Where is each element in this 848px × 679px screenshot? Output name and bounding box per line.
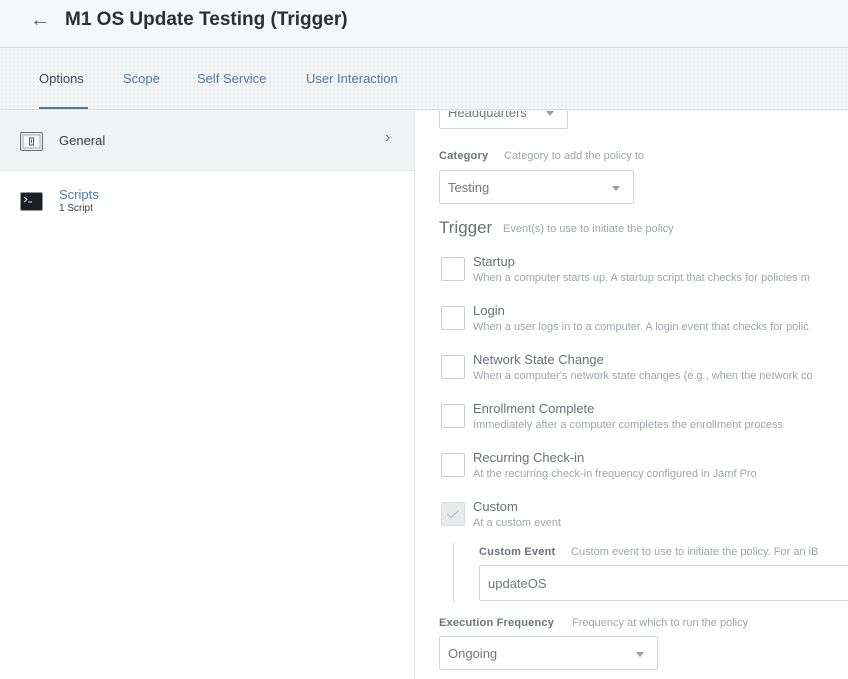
custom-event-input[interactable] bbox=[479, 565, 848, 601]
execution-frequency-hint: Frequency at which to run the policy bbox=[572, 617, 749, 629]
trigger-enrollment-complete: Enrollment Complete Immediately after a … bbox=[439, 401, 848, 441]
trigger-recurring-check-in: Recurring Check-in At the recurring chec… bbox=[439, 450, 848, 490]
general-panel-icon bbox=[20, 132, 43, 151]
site-select-value: Headquarters bbox=[448, 111, 527, 120]
sidebar-item-label: General bbox=[59, 133, 106, 148]
tab-self-service[interactable]: Self Service bbox=[197, 71, 266, 86]
custom-event-hint: Custom event to use to initiate the poli… bbox=[571, 546, 819, 558]
back-arrow-icon[interactable]: ← bbox=[30, 10, 50, 30]
trigger-description: When a computer's network state changes … bbox=[473, 370, 813, 382]
trigger-section-title: Trigger bbox=[439, 218, 493, 237]
trigger-custom: Custom At a custom event bbox=[439, 499, 848, 539]
execution-frequency-label: Execution Frequency bbox=[439, 617, 555, 629]
trigger-label: Enrollment Complete bbox=[473, 401, 595, 416]
trigger-hint: Event(s) to use to initiate the policy bbox=[503, 223, 674, 235]
trigger-label: Login bbox=[473, 303, 505, 318]
category-select-value: Testing bbox=[448, 180, 490, 195]
tab-options[interactable]: Options bbox=[39, 71, 84, 86]
trigger-description: When a computer starts up. A startup scr… bbox=[473, 272, 810, 284]
tab-scope[interactable]: Scope bbox=[123, 71, 160, 86]
recurring-check-in-checkbox[interactable] bbox=[441, 453, 465, 477]
terminal-icon bbox=[20, 192, 43, 211]
startup-checkbox[interactable] bbox=[441, 257, 465, 281]
execution-frequency-select[interactable]: Ongoing bbox=[439, 636, 658, 670]
checkmark-icon bbox=[446, 506, 460, 519]
page-title: M1 OS Update Testing (Trigger) bbox=[65, 9, 348, 30]
sidebar-item-label: Scripts bbox=[59, 187, 99, 202]
trigger-label: Startup bbox=[473, 254, 515, 269]
category-select[interactable]: Testing bbox=[439, 170, 634, 204]
trigger-network-state-change: Network State Change When a computer's n… bbox=[439, 352, 848, 392]
trigger-description: At the recurring check-in frequency conf… bbox=[473, 468, 757, 480]
category-hint: Category to add the policy to bbox=[504, 150, 645, 162]
trigger-description: When a user logs in to a computer. A log… bbox=[473, 321, 809, 333]
sidebar: General › Scripts 1 Script bbox=[0, 111, 415, 679]
enrollment-complete-checkbox[interactable] bbox=[441, 404, 465, 428]
network-state-change-checkbox[interactable] bbox=[441, 355, 465, 379]
trigger-label: Custom bbox=[473, 499, 518, 514]
trigger-label: Network State Change bbox=[473, 352, 604, 367]
sidebar-item-sublabel: 1 Script bbox=[59, 203, 93, 214]
chevron-down-icon bbox=[636, 652, 644, 657]
chevron-right-icon: › bbox=[385, 129, 391, 146]
login-checkbox[interactable] bbox=[441, 306, 465, 330]
custom-checkbox[interactable] bbox=[441, 502, 465, 526]
trigger-startup: Startup When a computer starts up. A sta… bbox=[439, 254, 848, 294]
category-label: Category bbox=[439, 150, 489, 162]
main-panel: Headquarters Category Category to add th… bbox=[415, 111, 848, 679]
tab-user-interaction[interactable]: User Interaction bbox=[306, 71, 398, 86]
chevron-down-icon bbox=[546, 111, 554, 116]
execution-frequency-value: Ongoing bbox=[448, 646, 498, 661]
trigger-description: Immediately after a computer completes t… bbox=[473, 419, 783, 431]
chevron-down-icon bbox=[612, 186, 620, 191]
custom-event-group: Custom Event Custom event to use to init… bbox=[453, 543, 848, 603]
site-select[interactable]: Headquarters bbox=[439, 111, 568, 129]
trigger-login: Login When a user logs in to a computer.… bbox=[439, 303, 848, 343]
page-header: ← M1 OS Update Testing (Trigger) bbox=[0, 0, 848, 48]
active-tab-indicator bbox=[39, 107, 88, 109]
tab-bar: Options Scope Self Service User Interact… bbox=[0, 48, 848, 110]
sidebar-item-scripts[interactable]: Scripts 1 Script bbox=[0, 171, 414, 233]
sidebar-item-general[interactable]: General › bbox=[0, 111, 414, 171]
trigger-label: Recurring Check-in bbox=[473, 450, 585, 465]
trigger-description: At a custom event bbox=[473, 517, 562, 529]
custom-event-label: Custom Event bbox=[479, 546, 556, 558]
